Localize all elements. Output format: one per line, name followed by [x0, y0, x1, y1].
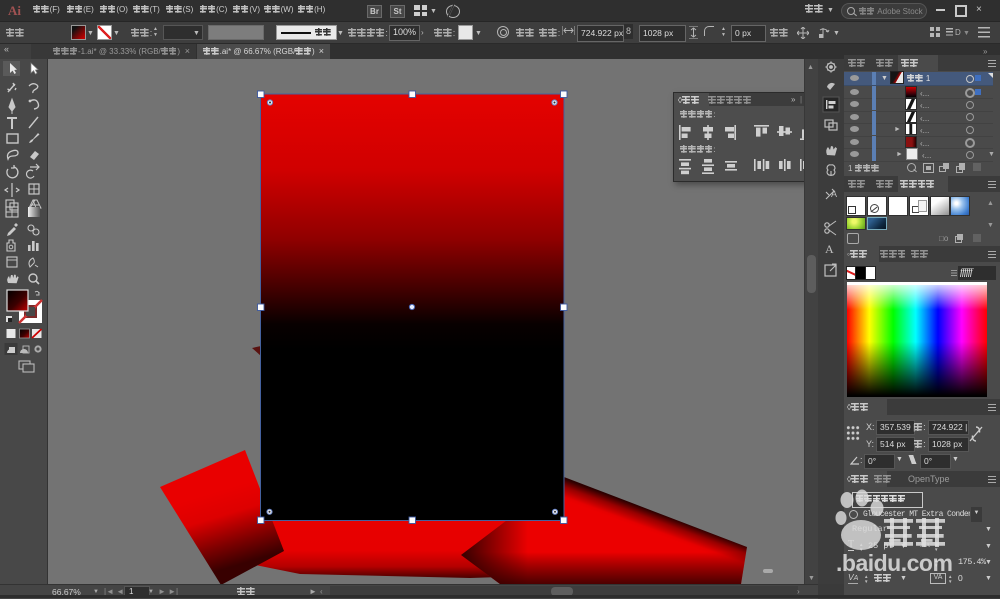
svg-text:A: A	[831, 189, 837, 199]
svg-text:A: A	[825, 242, 834, 256]
